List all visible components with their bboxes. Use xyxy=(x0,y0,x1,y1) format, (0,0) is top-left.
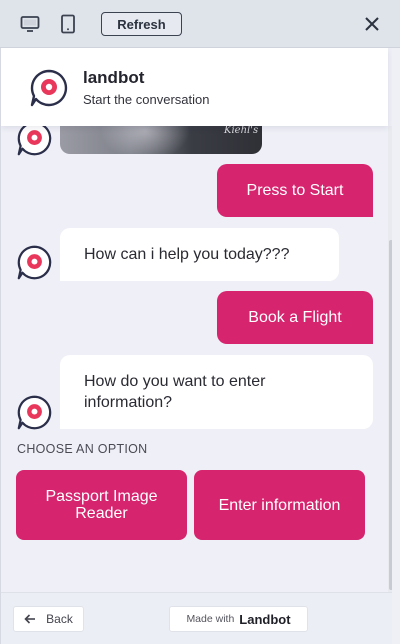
close-icon[interactable] xyxy=(362,14,382,34)
chat-footer: Back Made with Landbot xyxy=(1,592,392,644)
bot-message: How do you want to enter information? xyxy=(60,355,373,429)
user-message: Press to Start xyxy=(217,164,373,217)
bot-message: How can i help you today??? xyxy=(60,228,339,281)
bot-subtitle: Start the conversation xyxy=(83,92,210,107)
made-with-landbot-badge[interactable]: Made with Landbot xyxy=(169,606,308,632)
scrollbar-thumb[interactable] xyxy=(389,240,392,590)
enter-information-button[interactable]: Enter information xyxy=(194,470,365,540)
arrow-left-icon xyxy=(24,614,36,624)
choose-option-label: CHOOSE AN OPTION xyxy=(17,442,148,456)
back-button[interactable]: Back xyxy=(13,606,84,632)
desktop-icon[interactable] xyxy=(20,14,40,34)
tablet-icon[interactable] xyxy=(58,14,78,34)
bot-name: landbot xyxy=(83,68,145,87)
refresh-button[interactable]: Refresh xyxy=(101,12,182,36)
landbot-logo-icon xyxy=(30,69,68,107)
bot-avatar-icon xyxy=(17,395,52,430)
bot-avatar-icon xyxy=(17,245,52,280)
passport-image-reader-button[interactable]: Passport Image Reader xyxy=(16,470,187,540)
chat-header: landbot Start the conversation xyxy=(1,48,388,126)
preview-toolbar: Refresh xyxy=(0,0,400,48)
image-brand-text: Kiehl's xyxy=(224,125,259,136)
made-with-text: Made with xyxy=(186,613,235,625)
chat-widget: landbot Start the conversation Kiehl's P… xyxy=(0,48,392,644)
user-message: Book a Flight xyxy=(217,291,373,344)
back-label: Back xyxy=(46,612,73,626)
made-with-brand: Landbot xyxy=(239,611,291,627)
